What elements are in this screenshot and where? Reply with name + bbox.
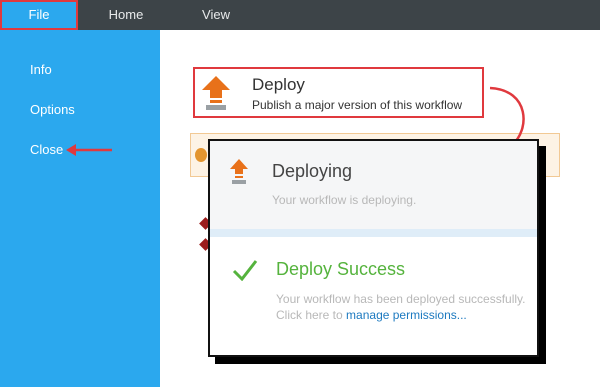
deploy-button[interactable]: Deploy Publish a major version of this w… <box>193 67 484 118</box>
deploy-arrow-icon <box>230 159 248 184</box>
success-description: Your workflow has been deployed successf… <box>276 291 526 323</box>
deploy-arrow-icon <box>202 76 230 110</box>
warning-icon <box>195 148 207 162</box>
deploy-title: Deploy <box>252 75 305 94</box>
backstage-sidebar: Info Options Close <box>0 30 160 387</box>
section-divider <box>210 229 537 237</box>
tab-view[interactable]: View <box>188 0 244 30</box>
deploy-description: Publish a major version of this workflow <box>252 98 463 112</box>
callout-arrow-icon <box>66 144 112 156</box>
deploying-section: Deploying Your workflow is deploying. <box>210 141 537 229</box>
deploy-status-panel: Deploying Your workflow is deploying. De… <box>208 139 539 357</box>
sidebar-item-info[interactable]: Info <box>30 62 52 77</box>
deploying-description: Your workflow is deploying. <box>272 193 417 207</box>
success-title: Deploy Success <box>276 259 406 279</box>
sidebar-item-close[interactable]: Close <box>30 142 63 157</box>
ribbon-tabs: File Home View <box>0 0 600 30</box>
checkmark-icon <box>232 260 258 281</box>
tab-file[interactable]: File <box>0 0 78 30</box>
sidebar-item-options[interactable]: Options <box>30 102 75 117</box>
manage-permissions-link[interactable]: manage permissions... <box>346 308 467 322</box>
deploying-title: Deploying <box>272 161 353 181</box>
tab-home[interactable]: Home <box>94 0 158 30</box>
